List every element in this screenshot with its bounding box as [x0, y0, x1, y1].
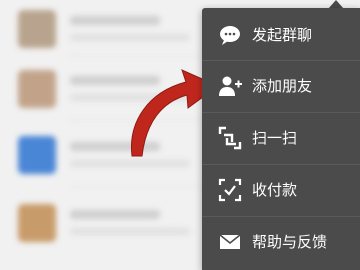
menu-item-start-group-chat[interactable]: 发起群聊: [202, 10, 360, 60]
chat-name-placeholder: [70, 16, 160, 25]
chat-name-placeholder: [70, 210, 160, 219]
avatar: [18, 10, 56, 48]
avatar: [18, 136, 56, 174]
popup-menu: 发起群聊 添加朋友 扫一扫 收付款 帮助与反馈: [202, 8, 360, 270]
chat-preview-placeholder: [70, 160, 190, 167]
mail-icon: [219, 234, 241, 249]
chat-preview-placeholder: [70, 34, 190, 41]
menu-item-label: 扫一扫: [252, 129, 298, 147]
menu-item-label: 帮助与反馈: [252, 233, 328, 251]
avatar: [18, 70, 56, 108]
chat-bubble-icon: [220, 26, 240, 45]
menu-item-add-friend[interactable]: 添加朋友: [202, 61, 360, 111]
menu-item-label: 收付款: [252, 181, 298, 199]
menu-item-scan[interactable]: 扫一扫: [202, 113, 360, 163]
menu-item-label: 发起群聊: [252, 26, 313, 44]
menu-item-label: 添加朋友: [252, 77, 313, 95]
menu-item-help-feedback[interactable]: 帮助与反馈: [202, 217, 360, 267]
menu-item-payment[interactable]: 收付款: [202, 165, 360, 215]
chat-preview-placeholder: [70, 228, 190, 235]
scan-icon: [218, 126, 242, 150]
payment-icon: [218, 178, 242, 202]
add-contact-icon: [219, 76, 242, 96]
avatar: [18, 204, 56, 242]
